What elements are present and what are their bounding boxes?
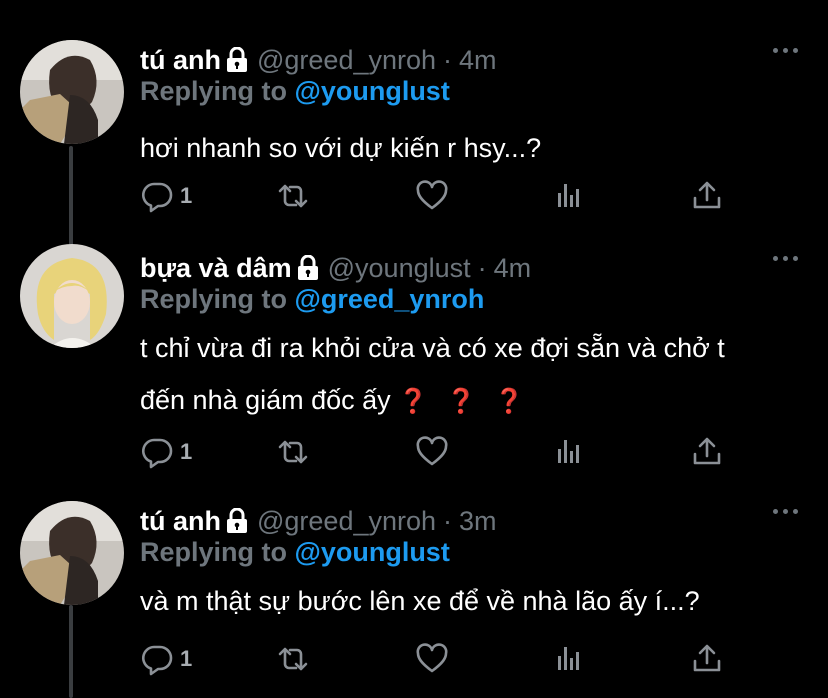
action-bar: 1 bbox=[140, 434, 740, 470]
timestamp[interactable]: 3m bbox=[459, 506, 497, 537]
replying-to-label: Replying to bbox=[140, 284, 295, 314]
analytics-button[interactable] bbox=[553, 178, 587, 214]
reply-icon bbox=[140, 435, 174, 469]
more-icon[interactable] bbox=[773, 256, 798, 261]
analytics-icon bbox=[553, 435, 587, 469]
share-icon bbox=[690, 435, 724, 469]
display-name[interactable]: tú anh bbox=[140, 506, 221, 537]
avatar-image bbox=[20, 40, 124, 144]
action-bar: 1 bbox=[140, 178, 740, 214]
retweet-button[interactable] bbox=[276, 641, 310, 677]
timestamp[interactable]: 4m bbox=[459, 45, 497, 76]
tweet-text-line: hơi nhanh so với dự kiến r hsy...? bbox=[140, 133, 542, 163]
mention-link[interactable]: @greed_ynroh bbox=[295, 284, 485, 314]
tweet[interactable]: bựa và dâm @younglust · 4m Replying to @… bbox=[0, 244, 828, 490]
user-handle[interactable]: @younglust bbox=[328, 253, 471, 284]
heart-icon bbox=[415, 435, 449, 469]
user-handle[interactable]: @greed_ynroh bbox=[257, 506, 436, 537]
replying-to-label: Replying to bbox=[140, 537, 295, 567]
retweet-button[interactable] bbox=[276, 178, 310, 214]
question-mark-emoji: ❓ bbox=[398, 388, 429, 415]
retweet-icon bbox=[276, 179, 310, 213]
avatar[interactable] bbox=[20, 40, 124, 144]
avatar[interactable] bbox=[20, 501, 124, 605]
like-button[interactable] bbox=[415, 434, 449, 470]
separator-dot: · bbox=[443, 505, 453, 536]
share-button[interactable] bbox=[690, 434, 724, 470]
tweet-text-line: t chỉ vừa đi ra khỏi cửa và có xe đợi sẵ… bbox=[140, 333, 725, 363]
display-name[interactable]: bựa và dâm bbox=[140, 253, 292, 284]
replying-to: Replying to @younglust bbox=[140, 76, 450, 107]
retweet-button[interactable] bbox=[276, 434, 310, 470]
reply-button[interactable]: 1 bbox=[140, 641, 192, 677]
reply-button[interactable]: 1 bbox=[140, 178, 192, 214]
heart-icon bbox=[415, 642, 449, 676]
tweet-text-line: đến nhà giám đốc ấy ❓ ❓ ❓ bbox=[140, 385, 524, 415]
lock-icon bbox=[296, 255, 320, 281]
tweet-text: hơi nhanh so với dự kiến r hsy...? bbox=[140, 122, 800, 174]
lock-icon bbox=[225, 47, 249, 73]
like-button[interactable] bbox=[415, 641, 449, 677]
reply-icon bbox=[140, 179, 174, 213]
question-mark-emoji: ❓ bbox=[446, 388, 476, 415]
reply-count: 1 bbox=[180, 439, 193, 464]
share-icon bbox=[690, 642, 724, 676]
reply-count: 1 bbox=[180, 183, 193, 208]
share-button[interactable] bbox=[690, 641, 724, 677]
share-button[interactable] bbox=[690, 178, 724, 214]
more-icon[interactable] bbox=[773, 509, 798, 514]
replying-to: Replying to @younglust bbox=[140, 537, 450, 568]
replying-to: Replying to @greed_ynroh bbox=[140, 284, 484, 315]
display-name[interactable]: tú anh bbox=[140, 45, 221, 76]
tweet-text-line: và m thật sự bước lên xe để về nhà lão ấ… bbox=[140, 586, 700, 616]
tweet-text: và m thật sự bước lên xe để về nhà lão ấ… bbox=[140, 575, 800, 627]
retweet-icon bbox=[276, 642, 310, 676]
analytics-icon bbox=[553, 179, 587, 213]
separator-dot: · bbox=[443, 44, 453, 75]
reply-icon bbox=[140, 642, 174, 676]
analytics-icon bbox=[553, 642, 587, 676]
reply-count: 1 bbox=[180, 646, 193, 671]
question-mark-emoji: ❓ bbox=[493, 388, 524, 415]
lock-icon bbox=[225, 508, 249, 534]
user-handle[interactable]: @greed_ynroh bbox=[257, 45, 436, 76]
tweet[interactable]: tú anh @greed_ynroh · 3m Replying to @yo… bbox=[0, 501, 828, 698]
avatar-image bbox=[20, 244, 124, 348]
avatar-image bbox=[20, 501, 124, 605]
tweet[interactable]: tú anh @greed_ynroh · 4m Replying to @yo… bbox=[0, 40, 828, 222]
reply-button[interactable]: 1 bbox=[140, 434, 192, 470]
tweet-text: t chỉ vừa đi ra khỏi cửa và có xe đợi sẵ… bbox=[140, 322, 800, 428]
more-icon[interactable] bbox=[773, 48, 798, 53]
mention-link[interactable]: @younglust bbox=[295, 537, 450, 567]
like-button[interactable] bbox=[415, 178, 449, 214]
timestamp[interactable]: 4m bbox=[494, 253, 532, 284]
retweet-icon bbox=[276, 435, 310, 469]
action-bar: 1 bbox=[140, 641, 740, 677]
heart-icon bbox=[415, 179, 449, 213]
analytics-button[interactable] bbox=[553, 434, 587, 470]
separator-dot: · bbox=[477, 252, 487, 283]
analytics-button[interactable] bbox=[553, 641, 587, 677]
mention-link[interactable]: @younglust bbox=[295, 76, 450, 106]
replying-to-label: Replying to bbox=[140, 76, 295, 106]
avatar[interactable] bbox=[20, 244, 124, 348]
share-icon bbox=[690, 179, 724, 213]
